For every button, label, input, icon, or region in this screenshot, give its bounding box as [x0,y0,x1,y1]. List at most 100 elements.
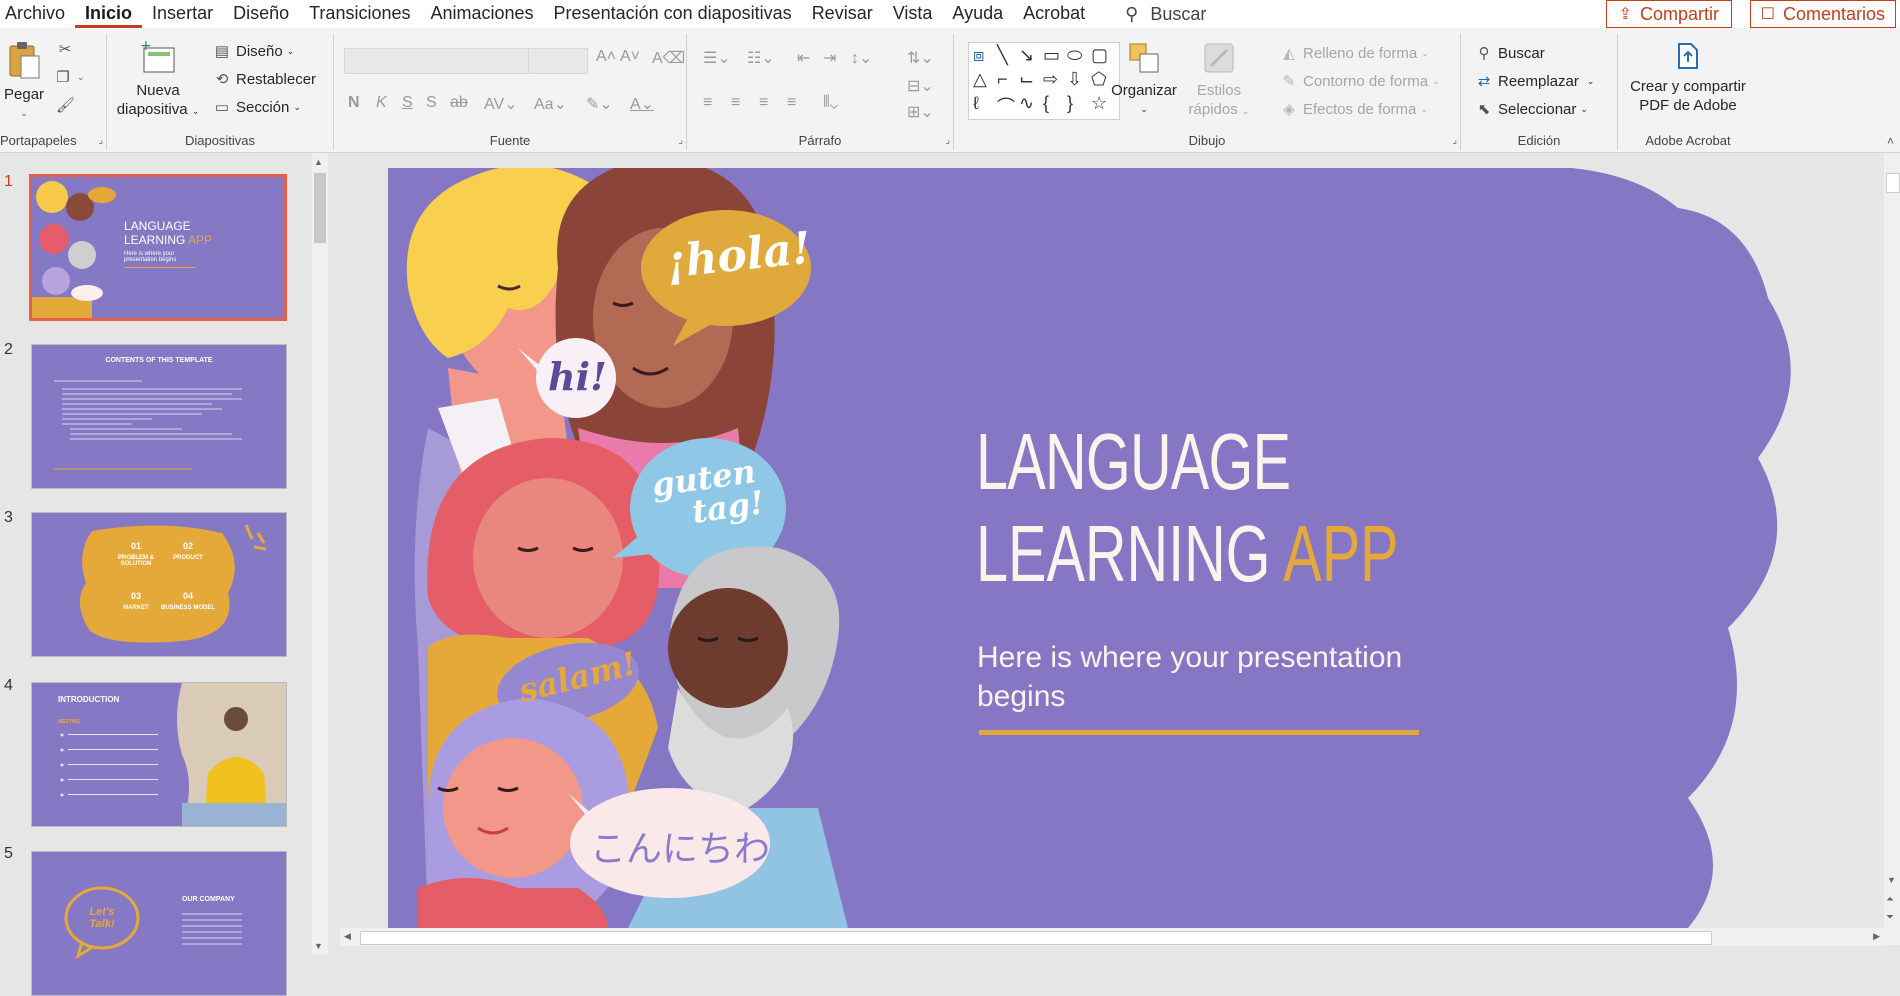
tab-acrobat[interactable]: Acrobat [1013,0,1095,28]
shadow-icon[interactable]: S [426,94,437,112]
paragraph-launcher-icon[interactable]: ⌟ [945,135,950,146]
align-right-icon[interactable]: ≡ [759,94,768,112]
rectangle-shape-icon[interactable]: ▭ [1043,45,1060,66]
clear-format-icon[interactable]: A⌫ [652,48,685,68]
triangle-shape-icon[interactable]: △ [973,69,987,90]
brace-left-shape-icon[interactable]: { [1043,93,1049,114]
slide-thumbnail-4[interactable]: INTRODUCTION MEETING [31,682,287,827]
slide-vertical-scrollbar[interactable]: ▼ ⏶ ⏷ [1884,153,1900,945]
arrow-shape-icon[interactable]: ↘ [1019,45,1034,66]
search-box[interactable]: ⚲ Buscar [1125,4,1206,25]
slide-title-line-1[interactable]: LANGUAGE [976,418,1291,506]
bold-icon[interactable]: N [348,94,360,112]
down-arrow-shape-icon[interactable]: ⇩ [1067,69,1082,90]
slide-title-line-2[interactable]: LEARNING APP [976,510,1399,598]
drawing-launcher-icon[interactable]: ⌟ [1452,135,1457,146]
tab-animaciones[interactable]: Animaciones [420,0,543,28]
spacing-icon[interactable]: AV⌄ [484,94,518,114]
layout-button[interactable]: ▤ Diseño ⌄ [213,42,294,61]
connector-shape-icon[interactable]: ⌐ [997,69,1008,90]
italic-icon[interactable]: K [376,94,387,112]
bullets-icon[interactable]: ☰⌄ [703,48,731,68]
thumbnail-scrollbar[interactable]: ▲ ▼ [312,153,328,955]
case-icon[interactable]: Aa⌄ [534,94,567,114]
line-shape-icon[interactable]: ╲ [997,45,1008,66]
clipboard-launcher-icon[interactable]: ⌟ [98,135,103,146]
font-color-icon[interactable]: A⌄ [630,94,654,114]
align-left-icon[interactable]: ≡ [703,94,712,112]
decrease-indent-icon[interactable]: ⇤ [797,48,810,68]
shape-fill-button[interactable]: ◭ Relleno de forma ⌄ [1280,44,1429,63]
replace-button[interactable]: ⇄ Reemplazar ⌄ [1475,72,1595,91]
arrange-button[interactable]: Organizar ⌄ [1104,40,1184,119]
shape-outline-button[interactable]: ✎ Contorno de forma ⌄ [1280,72,1440,91]
scroll-up-icon[interactable]: ▲ [314,157,323,167]
oval-shape-icon[interactable]: ⬭ [1067,45,1082,66]
arc-shape-icon[interactable]: ⌒ [997,93,1015,119]
align-center-icon[interactable]: ≡ [731,94,740,112]
slide-scroll-thumb[interactable] [1886,173,1900,193]
smartart-icon[interactable]: ⊞⌄ [907,102,934,122]
highlight-icon[interactable]: ✎⌄ [586,94,613,114]
tab-archivo[interactable]: Archivo [0,0,75,28]
format-painter-button[interactable]: 🖌 [56,96,79,114]
grow-font-icon[interactable]: A˄ [596,48,616,66]
slide-thumbnail-5[interactable]: Let's Talk! OUR COMPANY [31,851,287,996]
shrink-font-icon[interactable]: A˅ [620,48,640,66]
reset-button[interactable]: ⟲ Restablecer [213,70,316,89]
tab-insertar[interactable]: Insertar [142,0,223,28]
strikethrough-icon[interactable]: ab [450,94,468,112]
tab-presentacion[interactable]: Presentación con diapositivas [544,0,802,28]
create-pdf-button[interactable]: Crear y compartir PDF de Adobe [1618,40,1758,115]
shapes-gallery[interactable]: ⧈ ╲ ↘ ▭ ⬭ ▢ △ ⌐ ⌙ ⇨ ⇩ ⬠ ℓ ⌒ ∿ { } ☆ [968,42,1120,120]
cut-button[interactable]: ✂ [56,40,79,58]
scroll-right-icon[interactable]: ▶ [1873,931,1880,942]
next-slide-icon[interactable]: ⏷ [1886,912,1894,923]
tab-transiciones[interactable]: Transiciones [299,0,420,28]
underline-icon[interactable]: S [402,94,413,112]
new-slide-button[interactable]: + Nueva diapositiva ⌄ [113,38,203,121]
curve-shape-icon[interactable]: ℓ [973,93,979,114]
tab-diseno[interactable]: Diseño [223,0,299,28]
line-spacing-icon[interactable]: ↕⌄ [851,48,872,68]
increase-indent-icon[interactable]: ⇥ [823,48,836,68]
justify-icon[interactable]: ≡ [787,94,796,112]
textbox-shape-icon[interactable]: ⧈ [973,45,984,66]
slide-thumbnail-3[interactable]: 01 02 PROBLEM & SOLUTION PRODUCT 03 04 M… [31,512,287,657]
right-arrow-shape-icon[interactable]: ⇨ [1043,69,1058,90]
font-name-combo[interactable] [344,48,534,74]
slide-canvas[interactable]: ¡hola! hi! guten tag! salam! こんにちわ LANGU… [388,168,1884,928]
tab-revisar[interactable]: Revisar [802,0,883,28]
text-direction-icon[interactable]: ⇅⌄ [907,48,934,68]
quick-styles-button[interactable]: Estilos rápidos ⌄ [1184,40,1254,121]
copy-button[interactable]: ❐ ⌄ [54,68,84,86]
comments-button[interactable]: ☐ Comentarios [1749,0,1896,28]
slide-thumbnail-2[interactable]: CONTENTS OF THIS TEMPLATE [31,344,287,489]
select-button[interactable]: ⬉ Seleccionar ⌄ [1475,100,1588,119]
font-size-combo[interactable] [528,48,588,74]
wave-shape-icon[interactable]: ∿ [1019,93,1034,114]
elbow-shape-icon[interactable]: ⌙ [1019,69,1034,90]
prev-slide-icon[interactable]: ⏶ [1886,894,1894,905]
align-text-icon[interactable]: ⊟⌄ [907,76,934,96]
tab-vista[interactable]: Vista [883,0,943,28]
columns-icon[interactable]: ⫴⌄ [823,94,838,112]
scroll-down-icon[interactable]: ▼ [1887,875,1896,885]
hscroll-thumb[interactable] [360,931,1712,945]
section-button[interactable]: ▭ Sección ⌄ [213,98,301,117]
brace-right-shape-icon[interactable]: } [1067,93,1073,114]
slide-subtitle[interactable]: Here is where your presentation begins [977,638,1447,716]
share-button[interactable]: ⇪ Compartir [1605,0,1732,28]
scroll-left-icon[interactable]: ◀ [344,931,351,942]
shape-effects-button[interactable]: ◈ Efectos de forma ⌄ [1280,100,1428,119]
slide-thumbnail-1[interactable]: LANGUAGE LEARNING APP Here is where your… [29,174,287,321]
font-launcher-icon[interactable]: ⌟ [678,135,683,146]
tab-inicio[interactable]: Inicio [75,0,143,28]
numbering-icon[interactable]: ☷⌄ [747,48,775,68]
scroll-down-icon[interactable]: ▼ [314,941,323,951]
collapse-ribbon-icon[interactable]: ˄ [1887,134,1894,148]
scroll-thumb[interactable] [314,173,326,243]
find-button[interactable]: ⚲ Buscar [1475,44,1545,63]
slide-horizontal-scrollbar[interactable]: ◀ ▶ [340,928,1884,946]
tab-ayuda[interactable]: Ayuda [942,0,1013,28]
